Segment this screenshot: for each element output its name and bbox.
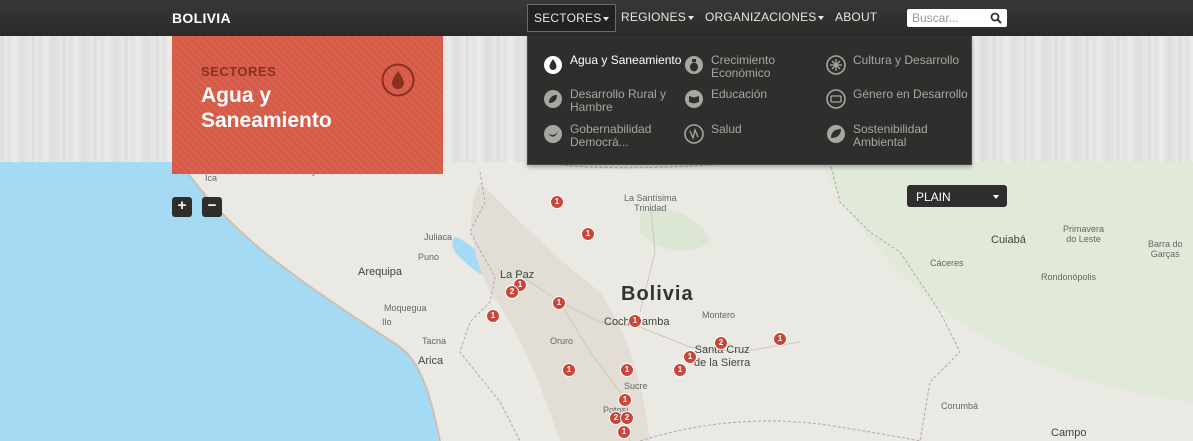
- map-label-bolivia: Bolivia: [621, 283, 694, 305]
- map-marker[interactable]: 2: [620, 411, 634, 425]
- map-marker[interactable]: 1: [550, 195, 564, 209]
- map-marker[interactable]: 1: [552, 296, 566, 310]
- water-drop-icon: [544, 56, 562, 74]
- map-label-moquegua: Moquegua: [384, 303, 427, 313]
- sector-card: SECTORES Agua y Saneamiento: [172, 36, 443, 174]
- water-drop-icon: [381, 63, 415, 97]
- dropdown-item-label: Gobernabilidad Democrá...: [570, 122, 652, 149]
- map-marker[interactable]: 1: [683, 350, 697, 364]
- map-marker[interactable]: 1: [673, 363, 687, 377]
- dove-icon: [544, 125, 562, 143]
- map-layer-value: PLAIN: [916, 190, 951, 204]
- map-marker[interactable]: 1: [581, 227, 595, 241]
- top-navbar: BOLIVIA SECTORES REGIONES ORGANIZACIONES…: [0, 0, 1193, 36]
- dropdown-item-label: Crecimiento Económico: [711, 53, 776, 80]
- map-marker[interactable]: 1: [486, 309, 500, 323]
- map-label-puno: Puno: [418, 252, 440, 262]
- map-label-tacna: Tacna: [422, 336, 447, 346]
- map-label-barra-do-garcas: Barra do Garças: [1148, 239, 1183, 259]
- search-input[interactable]: Buscar...: [912, 11, 959, 25]
- zoom-in-button[interactable]: +: [172, 197, 192, 217]
- dropdown-item-label: Agua y Saneamiento: [570, 53, 682, 67]
- nav-organizaciones-label: ORGANIZACIONES: [705, 10, 817, 24]
- chevron-down-icon: [818, 15, 825, 20]
- search-icon[interactable]: [990, 12, 1002, 24]
- leaf-sprout-icon: [544, 90, 562, 108]
- nav-about[interactable]: ABOUT: [829, 4, 883, 30]
- money-bag-icon: [685, 56, 703, 74]
- map-label-campo: Campo: [1051, 427, 1087, 439]
- nav-sectores[interactable]: SECTORES: [527, 4, 617, 32]
- dropdown-item-label: Salud: [711, 122, 742, 136]
- sectores-dropdown: Agua y Saneamiento Crecimiento Económico…: [527, 36, 972, 165]
- nav-regiones[interactable]: REGIONES: [615, 4, 700, 30]
- map-marker[interactable]: 1: [773, 332, 787, 346]
- map-label-ica: Ica: [205, 173, 218, 183]
- map-label-juliaca: Juliaca: [424, 232, 453, 242]
- dropdown-item-label: Cultura y Desarrollo: [853, 53, 960, 67]
- chevron-down-icon: [993, 195, 999, 199]
- map-marker[interactable]: 1: [562, 363, 576, 377]
- map-layer-select[interactable]: PLAIN: [907, 185, 1007, 207]
- map-label-primavera: Primavera do Leste: [1063, 224, 1105, 244]
- map-marker[interactable]: 1: [628, 314, 642, 328]
- zoom-out-button[interactable]: −: [202, 197, 222, 217]
- map-marker[interactable]: 1: [617, 425, 631, 439]
- nav-sectores-label: SECTORES: [534, 11, 602, 25]
- chevron-down-icon: [687, 15, 694, 20]
- nav-about-label: ABOUT: [835, 10, 878, 24]
- dropdown-item-label: Género en Desarrollo: [853, 87, 968, 101]
- map-label-arequipa: Arequipa: [358, 266, 403, 278]
- brand-link[interactable]: BOLIVIA: [172, 10, 231, 26]
- dropdown-item-label: Desarrollo Rural y Hambre: [570, 87, 667, 114]
- map-label-montero: Montero: [702, 310, 736, 320]
- map-label-cuiaba: Cuiabá: [991, 234, 1026, 246]
- nav-organizaciones[interactable]: ORGANIZACIONES: [699, 4, 830, 30]
- map-label-caceres: Cáceres: [930, 258, 964, 268]
- map-label-ilo: Ilo: [382, 317, 392, 327]
- map-label-oruro: Oruro: [550, 336, 574, 346]
- map-label-arica: Arica: [418, 355, 444, 367]
- map-marker[interactable]: 2: [714, 336, 728, 350]
- leaf-icon: [827, 125, 845, 143]
- nav-regiones-label: REGIONES: [621, 10, 686, 24]
- map-label-rondonopolis: Rondonópolis: [1041, 272, 1097, 282]
- chevron-down-icon: [603, 16, 610, 21]
- sector-title: Agua y Saneamiento: [201, 84, 332, 132]
- gender-icon: [826, 89, 846, 109]
- sector-kicker: SECTORES: [201, 64, 277, 79]
- map-marker[interactable]: 1: [620, 363, 634, 377]
- map-label-trinidad: La Santísima Trinidad: [624, 193, 677, 213]
- dropdown-item-label: Sostenibilidad Ambiental: [853, 122, 928, 149]
- sparkle-icon: [826, 55, 846, 75]
- dropdown-item-label: Educación: [711, 87, 768, 101]
- map-marker[interactable]: 2: [505, 285, 519, 299]
- map-marker[interactable]: 1: [618, 393, 632, 407]
- health-icon: [684, 124, 704, 144]
- map-label-corumba: Corumbá: [941, 401, 979, 411]
- book-icon: [685, 90, 703, 108]
- search-box[interactable]: Buscar...: [907, 9, 1007, 27]
- map-label-sucre: Sucre: [624, 381, 648, 391]
